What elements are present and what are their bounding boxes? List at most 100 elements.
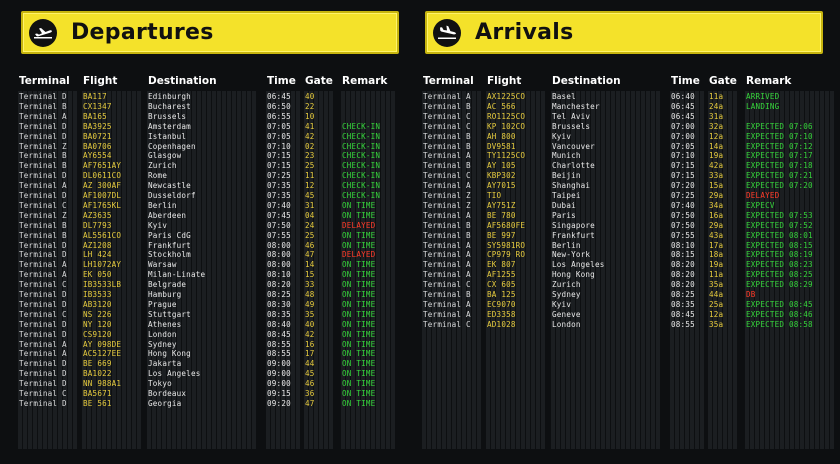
header-terminal: Terminal: [19, 75, 70, 87]
destination-cell: Los Angeles: [552, 260, 605, 270]
gate-cell: 04: [305, 210, 315, 220]
gate-cell: 25: [305, 230, 315, 240]
gate-cell: 47: [305, 250, 315, 260]
flight-cell: CS9120: [83, 329, 112, 339]
destination-cell: Kyiv: [552, 299, 572, 309]
destination-cell: Kyiv: [148, 220, 168, 230]
gate-cell: 24a: [709, 101, 724, 111]
terminal-cell: Terminal B: [19, 220, 67, 230]
table-row: Terminal Z TIO Taipei 07:25 29a DELAYED: [420, 191, 840, 201]
remark-cell: CHECK-IN: [342, 141, 381, 151]
gate-cell: 31: [305, 200, 315, 210]
table-row: Terminal A TY1125CO Munich 07:10 19a EXPECTED…: [420, 151, 840, 161]
flight-cell: EK 807: [487, 260, 516, 270]
flight-cell: AF1007DL: [83, 191, 122, 200]
gate-cell: 11: [305, 171, 315, 181]
time-cell: 07:35: [267, 191, 291, 200]
remark-cell: EXPECTED 08:23: [746, 260, 813, 270]
terminal-cell: Terminal A: [19, 260, 67, 270]
destination-cell: London: [552, 319, 581, 329]
terminal-cell: Terminal C: [423, 111, 471, 121]
table-row: Terminal D BA0721 Istanbul 07:05 42 CHECK-IN: [0, 132, 415, 142]
flight-cell: BA0706: [83, 141, 112, 151]
destination-cell: Georgia: [148, 398, 182, 408]
table-row: Terminal B DV9581 Vancouver 07:05 14a EXPECTE…: [420, 142, 840, 152]
remark-cell: EXPECTED 08:25: [746, 270, 813, 280]
arrivals-banner: Arrivals: [425, 11, 823, 54]
gate-cell: 42: [305, 131, 315, 141]
table-row: Terminal D AZ1208 Frankfurt 08:00 46 ON TIME: [0, 241, 415, 251]
terminal-cell: Terminal B: [423, 230, 471, 240]
remark-cell: CHECK-IN: [342, 171, 381, 181]
gate-cell: 35a: [709, 319, 724, 329]
destination-cell: Belgrade: [148, 280, 187, 290]
terminal-cell: Terminal A: [19, 270, 67, 280]
remark-cell: ON TIME: [342, 329, 376, 339]
flight-cell: BA5671: [83, 389, 112, 398]
destination-cell: Zurich: [148, 161, 177, 171]
time-cell: 07:40: [671, 200, 695, 210]
destination-cell: Bordeaux: [148, 389, 187, 398]
flight-cell: NN 988A1: [83, 379, 122, 389]
flight-cell: LH 424: [83, 250, 112, 260]
destination-cell: Sydney: [148, 339, 177, 349]
time-cell: 07:25: [267, 171, 291, 181]
remark-cell: ON TIME: [342, 339, 376, 349]
flight-cell: RO1125CO: [487, 111, 526, 121]
table-row: Terminal C BA5671 Bordeaux 09:15 36 ON TIME: [0, 389, 415, 399]
destination-cell: Munich: [552, 151, 581, 161]
table-row: Terminal A AY 098DE Sydney 08:55 16 ON TIME: [0, 340, 415, 350]
time-cell: 08:25: [671, 290, 695, 299]
terminal-cell: Terminal D: [19, 379, 67, 389]
table-row: Terminal A AC5127EE Hong Kong 08:55 17 ON TIM…: [0, 349, 415, 359]
time-cell: 06:50: [267, 101, 291, 111]
table-row: Terminal Z AY751Z Dubai 07:40 34a EXPECV: [420, 201, 840, 211]
gate-cell: 46: [305, 240, 315, 250]
gate-cell: 02: [305, 141, 315, 151]
flight-cell: DL7793: [83, 220, 112, 230]
gate-cell: 22: [305, 101, 315, 111]
table-row: Terminal A BA165 Brussels 06:55 10: [0, 112, 415, 122]
table-row: Terminal B AC 566 Manchester 06:45 24a LANDIN…: [420, 102, 840, 112]
destination-cell: Hamburg: [148, 290, 182, 299]
terminal-cell: Terminal D: [19, 359, 67, 369]
destination-cell: Beijin: [552, 171, 581, 181]
time-cell: 06:45: [671, 101, 695, 111]
table-row: Terminal B AY6554 Glasgow 07:15 23 CHECK-IN: [0, 151, 415, 161]
time-cell: 08:20: [671, 260, 695, 270]
time-cell: 09:15: [267, 389, 291, 398]
remark-cell: EXPECTED 08:01: [746, 230, 813, 240]
flight-cell: IB3533: [83, 290, 112, 299]
remark-cell: ARRIVED: [746, 92, 780, 101]
gate-cell: 49: [305, 299, 315, 309]
plane-takeoff-icon: [29, 18, 57, 47]
flight-cell: AY6554: [83, 151, 112, 161]
table-row: Terminal B BE 997 Frankfurt 07:55 43a EXPECTE…: [420, 231, 840, 241]
time-cell: 08:25: [267, 290, 291, 299]
time-cell: 08:15: [671, 250, 695, 260]
terminal-cell: Terminal B: [19, 101, 67, 111]
gate-cell: 12a: [709, 309, 724, 319]
time-cell: 07:15: [671, 161, 695, 171]
table-row: Terminal C KBP302 Beijin 07:15 33a EXPECTED 0…: [420, 171, 840, 181]
terminal-cell: Terminal C: [19, 389, 67, 398]
header-destination: Destination: [148, 75, 217, 87]
remark-cell: EXPECTED 07:53: [746, 210, 813, 220]
destination-cell: Tokyo: [148, 379, 172, 389]
flight-cell: AZ 300AF: [83, 181, 122, 191]
remark-cell: EXPECTED 07:12: [746, 141, 813, 151]
time-cell: 07:10: [267, 141, 291, 151]
time-cell: 08:35: [267, 309, 291, 319]
destination-cell: Geneve: [552, 309, 581, 319]
gate-cell: 19a: [709, 260, 724, 270]
remark-cell: ON TIME: [342, 299, 376, 309]
terminal-cell: Terminal D: [19, 299, 67, 309]
gate-cell: 35a: [709, 280, 724, 290]
time-cell: 07:00: [671, 131, 695, 141]
remark-cell: CHECK-IN: [342, 161, 381, 171]
table-row: Terminal D BA1022 Los Angeles 09:00 45 ON TIM…: [0, 369, 415, 379]
terminal-cell: Terminal A: [423, 92, 471, 101]
remark-cell: ON TIME: [342, 240, 376, 250]
table-row: Terminal C AF1765KL Berlin 07:40 31 ON TIME: [0, 201, 415, 211]
time-cell: 07:45: [267, 210, 291, 220]
